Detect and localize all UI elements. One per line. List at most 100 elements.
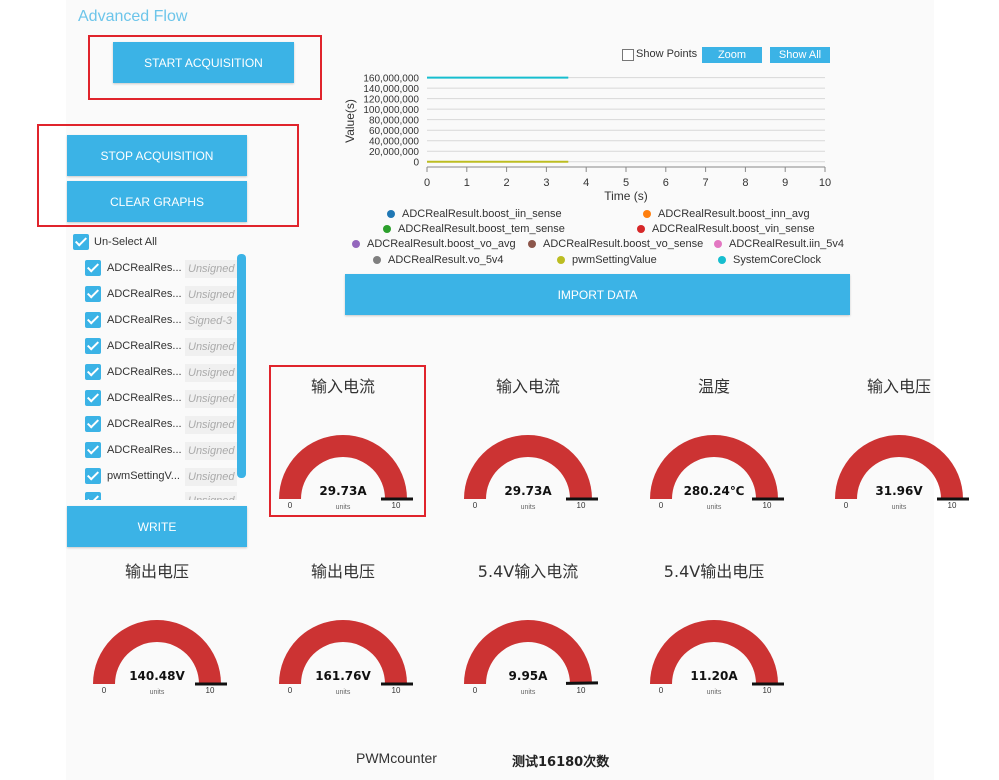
import-data-button[interactable]: IMPORT DATA	[345, 274, 850, 315]
variable-type: Unsigned	[185, 442, 237, 460]
variable-checkbox[interactable]	[85, 364, 101, 380]
legend-label: ADCRealResult.boost_iin_sense	[402, 208, 562, 220]
gauge: 5.4V输出电压 11.20A units 0 10	[634, 558, 794, 718]
gauge-min-label: 0	[473, 501, 478, 510]
gauge: 温度 280.24℃ units 0 10	[634, 373, 794, 533]
write-button[interactable]: WRITE	[67, 506, 247, 547]
gauge-title: 输入电流	[310, 377, 375, 396]
gauge-min-label: 0	[659, 501, 664, 510]
gauge-max-label: 10	[763, 686, 772, 695]
gauge-pointer	[565, 681, 599, 685]
variable-checkbox[interactable]	[85, 260, 101, 276]
gauge-min-label: 0	[473, 686, 478, 695]
legend-marker	[643, 210, 651, 218]
gauge-value: 280.24℃	[684, 484, 745, 498]
start-acquisition-button[interactable]: START ACQUISITION	[113, 42, 294, 83]
gauge-dial: 11.20A units 0 10	[650, 620, 784, 696]
gauge-units: units	[150, 689, 165, 696]
gauge-max-label: 10	[392, 686, 401, 695]
gauge: 5.4V输入电流 9.95A units 0 10	[448, 558, 608, 718]
select-all-label: Un-Select All	[94, 236, 157, 248]
legend-item[interactable]: ADCRealResult.boost_inn_avg	[643, 208, 810, 220]
variable-list-scrollbar[interactable]	[237, 254, 246, 478]
app-title: Advanced Flow	[78, 8, 188, 25]
gauge: 输出电压 161.76V units 0 10	[263, 558, 423, 718]
variable-row[interactable]: pwmSettingV... Unsigned	[80, 466, 240, 488]
gauge-min-label: 0	[102, 686, 107, 695]
variable-name: ADCRealRes...	[107, 340, 182, 352]
legend-marker	[383, 225, 391, 233]
legend-item[interactable]: ADCRealResult.boost_vo_sense	[528, 238, 703, 250]
gauge-max-label: 10	[948, 501, 957, 510]
gauge-value: 11.20A	[690, 669, 738, 683]
legend-item[interactable]: ADCRealResult.vo_5v4	[373, 254, 504, 266]
y-tick-label: 60,000,000	[369, 126, 419, 137]
gauge-min-label: 0	[844, 501, 849, 510]
variable-type: Unsigned	[185, 286, 237, 304]
variable-row[interactable]: ADCRealRes... Signed-3	[80, 310, 240, 332]
variable-row[interactable]: ADCRealRes... Unsigned	[80, 440, 240, 462]
variable-checkbox[interactable]	[85, 312, 101, 328]
variable-row[interactable]: ADCRealRes... Unsigned	[80, 362, 240, 384]
gauge-dial: 29.73A units 0 10	[464, 435, 598, 511]
legend-item[interactable]: ADCRealResult.boost_iin_sense	[387, 208, 562, 220]
y-tick-label: 0	[413, 158, 419, 169]
x-tick-label: 2	[504, 177, 510, 189]
clear-graphs-button[interactable]: CLEAR GRAPHS	[67, 181, 247, 222]
gauge-value: 31.96V	[875, 484, 923, 498]
legend-item[interactable]: ADCRealResult.boost_tem_sense	[383, 223, 565, 235]
x-tick-label: 0	[424, 177, 430, 189]
variable-type: Unsigned	[185, 468, 237, 486]
variable-checkbox[interactable]	[85, 468, 101, 484]
variable-checkbox[interactable]	[85, 416, 101, 432]
legend-item[interactable]: ADCRealResult.boost_vo_avg	[352, 238, 516, 250]
gauge-units: units	[521, 689, 536, 696]
x-tick-label: 9	[782, 177, 788, 189]
gauge-max-label: 10	[206, 686, 215, 695]
variable-row[interactable]: ADCRealRes... Unsigned	[80, 336, 240, 358]
gauge-title: 输入电压	[866, 377, 931, 396]
variable-type: Unsigned	[185, 492, 237, 500]
variable-row[interactable]: ADCRealRes... Unsigned	[80, 388, 240, 410]
variable-checkbox[interactable]	[85, 390, 101, 406]
variable-checkbox[interactable]	[85, 338, 101, 354]
variable-row[interactable]: Unsigned	[80, 490, 240, 500]
x-axis-label: Time (s)	[604, 189, 648, 203]
y-tick-label: 20,000,000	[369, 147, 419, 158]
legend-item[interactable]: pwmSettingValue	[557, 254, 657, 266]
gauge-min-label: 0	[659, 686, 664, 695]
legend-label: ADCRealResult.boost_inn_avg	[658, 208, 810, 220]
stop-acquisition-button[interactable]: STOP ACQUISITION	[67, 135, 247, 176]
gauge-value: 140.48V	[129, 669, 185, 683]
gauge-value: 9.95A	[509, 669, 549, 683]
legend-item[interactable]: ADCRealResult.iin_5v4	[714, 238, 844, 250]
gauge-value: 29.73A	[504, 484, 552, 498]
variable-checkbox[interactable]	[85, 492, 101, 500]
variable-row[interactable]: ADCRealRes... Unsigned	[80, 284, 240, 306]
legend-label: ADCRealResult.vo_5v4	[388, 254, 504, 266]
legend-label: ADCRealResult.boost_vo_sense	[543, 238, 704, 250]
variable-type: Unsigned	[185, 364, 237, 382]
legend-marker	[637, 225, 645, 233]
gauge-units: units	[707, 689, 722, 696]
x-tick-label: 10	[819, 177, 831, 189]
pwm-counter-value: 测试16180次数	[512, 755, 610, 770]
select-all-checkbox[interactable]	[73, 234, 89, 250]
variable-row[interactable]: ADCRealRes... Unsigned	[80, 258, 240, 280]
gauge-max-label: 10	[577, 686, 586, 695]
legend-item[interactable]: SystemCoreClock	[718, 254, 821, 266]
variable-name: ADCRealRes...	[107, 262, 182, 274]
gauge-max-label: 10	[763, 501, 772, 510]
gauge-min-label: 0	[288, 501, 293, 510]
variable-type: Unsigned	[185, 338, 237, 356]
x-tick-label: 8	[742, 177, 748, 189]
legend-item[interactable]: ADCRealResult.boost_vin_sense	[637, 223, 815, 235]
variable-checkbox[interactable]	[85, 286, 101, 302]
gauge-dial: 280.24℃ units 0 10	[650, 435, 784, 511]
legend-marker	[352, 240, 360, 248]
variable-name: ADCRealRes...	[107, 288, 182, 300]
variable-row[interactable]: ADCRealRes... Unsigned	[80, 414, 240, 436]
variable-checkbox[interactable]	[85, 442, 101, 458]
y-tick-label: 120,000,000	[363, 95, 419, 106]
gauge-units: units	[336, 504, 351, 511]
